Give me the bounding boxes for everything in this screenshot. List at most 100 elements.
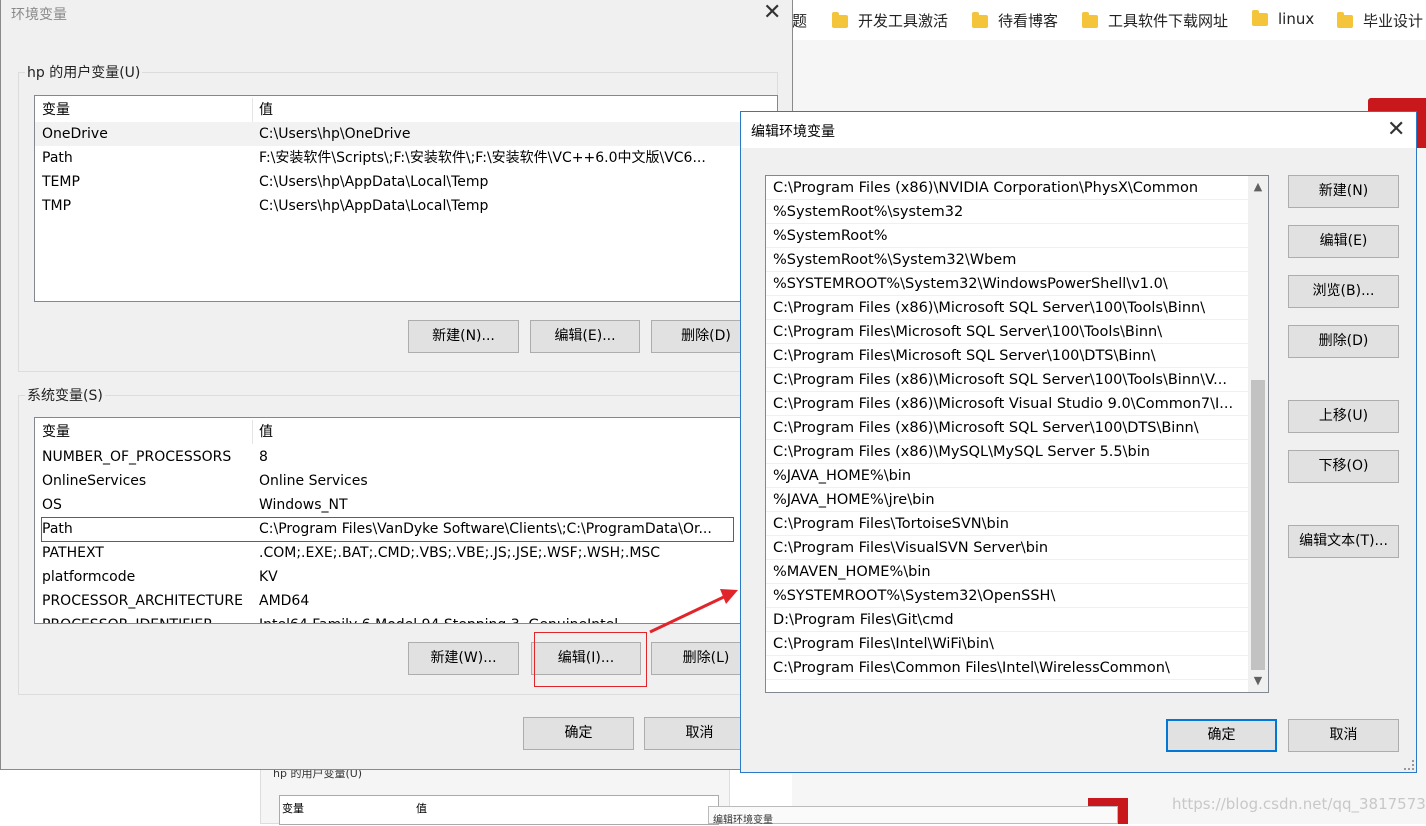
cancel-button[interactable]: 取消	[1288, 719, 1399, 752]
path-entry[interactable]: %SYSTEMROOT%\System32\OpenSSH\	[766, 584, 1248, 608]
path-entry[interactable]: C:\Program Files (x86)\Microsoft SQL Ser…	[766, 368, 1248, 392]
var-value: KV	[259, 569, 278, 585]
table-row[interactable]: OS Windows_NT	[35, 493, 777, 517]
col-header-var[interactable]: 变量	[42, 98, 70, 122]
var-name: PATHEXT	[42, 545, 104, 561]
col-header-var[interactable]: 变量	[42, 420, 70, 444]
var-name: OnlineServices	[42, 473, 147, 489]
path-entry[interactable]: C:\Program Files (x86)\Microsoft SQL Ser…	[766, 296, 1248, 320]
ok-button[interactable]: 确定	[1166, 719, 1277, 752]
vertical-scrollbar[interactable]: ▲ ▼	[1248, 176, 1268, 692]
var-value: .COM;.EXE;.BAT;.CMD;.VBS;.VBE;.JS;.JSE;.…	[259, 545, 661, 561]
var-value: AMD64	[259, 593, 310, 609]
new-button[interactable]: 新建(N)	[1288, 175, 1399, 208]
user-new-button[interactable]: 新建(N)...	[408, 320, 519, 353]
scrollbar-thumb[interactable]	[1251, 380, 1265, 670]
var-value: F:\安装软件\Scripts\;F:\安装软件\;F:\安装软件\VC++6.…	[259, 150, 706, 166]
move-down-button[interactable]: 下移(O)	[1288, 450, 1399, 483]
var-value: 8	[259, 449, 268, 465]
var-name: Path	[42, 150, 73, 166]
ghost-listbox: 变量 值	[279, 795, 719, 825]
path-entry[interactable]: C:\Program Files\Microsoft SQL Server\10…	[766, 320, 1248, 344]
var-value: C:\Users\hp\AppData\Local\Temp	[259, 174, 489, 190]
user-edit-button[interactable]: 编辑(E)...	[530, 320, 640, 353]
title-bar[interactable]: 编辑环境变量 ✕	[741, 112, 1416, 148]
resize-grip-icon[interactable]	[1404, 760, 1414, 770]
folder-icon	[1252, 10, 1268, 26]
col-header-val[interactable]: 值	[259, 420, 273, 444]
path-entry[interactable]: C:\Program Files\Intel\WiFi\bin\	[766, 632, 1248, 656]
var-name: platformcode	[42, 569, 136, 585]
table-row[interactable]: Path F:\安装软件\Scripts\;F:\安装软件\;F:\安装软件\V…	[35, 146, 777, 170]
path-entry[interactable]: %SystemRoot%	[766, 224, 1248, 248]
var-name: NUMBER_OF_PROCESSORS	[42, 449, 232, 465]
bookmark-item[interactable]: 题	[792, 10, 807, 32]
var-value: Online Services	[259, 473, 368, 489]
table-row[interactable]: TMP C:\Users\hp\AppData\Local\Temp	[35, 194, 777, 218]
path-entry[interactable]: %MAVEN_HOME%\bin	[766, 560, 1248, 584]
path-entry[interactable]: C:\Program Files (x86)\NVIDIA Corporatio…	[766, 176, 1248, 200]
system-edit-button[interactable]: 编辑(I)...	[531, 642, 641, 675]
var-name: PROCESSOR_ARCHITECTURE	[42, 593, 243, 609]
list-header: 变量 值	[35, 420, 777, 444]
path-entry[interactable]: C:\Program Files\Common Files\Intel\Wire…	[766, 656, 1248, 680]
path-entry[interactable]: C:\Program Files (x86)\Microsoft SQL Ser…	[766, 416, 1248, 440]
bookmark-item[interactable]: 工具软件下载网址	[1082, 10, 1228, 32]
var-name: OS	[42, 497, 62, 513]
annotation-arrow-icon	[649, 589, 738, 634]
var-value: Windows_NT	[259, 497, 348, 513]
bookmark-item[interactable]: 毕业设计	[1337, 10, 1423, 32]
path-entry[interactable]: C:\Program Files\VisualSVN Server\bin	[766, 536, 1248, 560]
table-row[interactable]: OneDrive C:\Users\hp\OneDrive	[35, 122, 777, 146]
folder-icon	[1082, 12, 1098, 28]
table-row[interactable]: NUMBER_OF_PROCESSORS 8	[35, 445, 777, 469]
background-edit-dialog-ghost: 编辑环境变量	[708, 806, 1118, 826]
path-entries-list[interactable]: C:\Program Files (x86)\NVIDIA Corporatio…	[765, 175, 1269, 693]
dialog-title: 环境变量	[11, 7, 67, 23]
user-vars-list[interactable]: 变量 值 OneDrive C:\Users\hp\OneDrive Path …	[34, 95, 778, 302]
delete-button[interactable]: 删除(D)	[1288, 325, 1399, 358]
folder-icon	[972, 12, 988, 28]
folder-icon	[832, 12, 848, 28]
bookmark-item[interactable]: 开发工具激活	[832, 10, 948, 32]
bookmark-item[interactable]: 待看博客	[972, 10, 1058, 32]
ghost-col-var: 变量	[282, 802, 304, 815]
env-variables-dialog: 环境变量 ✕ hp 的用户变量(U) 变量 值 OneDrive C:\User…	[0, 0, 793, 770]
path-entry[interactable]: %JAVA_HOME%\jre\bin	[766, 488, 1248, 512]
browse-button[interactable]: 浏览(B)...	[1288, 275, 1399, 308]
user-vars-label: hp 的用户变量(U)	[25, 62, 143, 82]
table-row[interactable]: OnlineServices Online Services	[35, 469, 777, 493]
path-entry[interactable]: %SystemRoot%\System32\Wbem	[766, 248, 1248, 272]
cancel-button[interactable]: 取消	[644, 717, 755, 750]
var-name: OneDrive	[42, 126, 108, 142]
system-new-button[interactable]: 新建(W)...	[408, 642, 519, 675]
path-entry[interactable]: C:\Program Files\TortoiseSVN\bin	[766, 512, 1248, 536]
path-entry[interactable]: C:\Program Files (x86)\Microsoft Visual …	[766, 392, 1248, 416]
path-entry[interactable]: D:\Program Files\Git\cmd	[766, 608, 1248, 632]
edit-button[interactable]: 编辑(E)	[1288, 225, 1399, 258]
path-entry[interactable]: %SYSTEMROOT%\System32\WindowsPowerShell\…	[766, 272, 1248, 296]
folder-icon	[1337, 12, 1353, 28]
table-row[interactable]: TEMP C:\Users\hp\AppData\Local\Temp	[35, 170, 777, 194]
move-up-button[interactable]: 上移(U)	[1288, 400, 1399, 433]
path-entry[interactable]: C:\Program Files\Microsoft SQL Server\10…	[766, 344, 1248, 368]
ok-button[interactable]: 确定	[523, 717, 634, 750]
system-vars-label: 系统变量(S)	[25, 385, 105, 405]
path-entry[interactable]: %JAVA_HOME%\bin	[766, 464, 1248, 488]
bookmark-item[interactable]: linux	[1252, 10, 1314, 32]
path-entry[interactable]: %SystemRoot%\system32	[766, 200, 1248, 224]
close-icon[interactable]: ✕	[763, 2, 781, 24]
column-divider[interactable]	[252, 420, 253, 444]
col-header-val[interactable]: 值	[259, 98, 273, 122]
table-row[interactable]: PATHEXT .COM;.EXE;.BAT;.CMD;.VBS;.VBE;.J…	[35, 541, 777, 565]
column-divider[interactable]	[252, 98, 253, 122]
ghost-col-val: 值	[416, 802, 427, 815]
scroll-down-icon[interactable]: ▼	[1248, 672, 1268, 690]
table-row-path-selected[interactable]: Path C:\Program Files\VanDyke Software\C…	[35, 517, 777, 541]
scroll-up-icon[interactable]: ▲	[1248, 178, 1268, 196]
path-entry[interactable]: C:\Program Files (x86)\MySQL\MySQL Serve…	[766, 440, 1248, 464]
dialog-title: 编辑环境变量	[751, 124, 835, 140]
list-header: 变量 值	[35, 98, 777, 122]
edit-text-button[interactable]: 编辑文本(T)...	[1288, 525, 1399, 558]
close-icon[interactable]: ✕	[1387, 119, 1405, 141]
